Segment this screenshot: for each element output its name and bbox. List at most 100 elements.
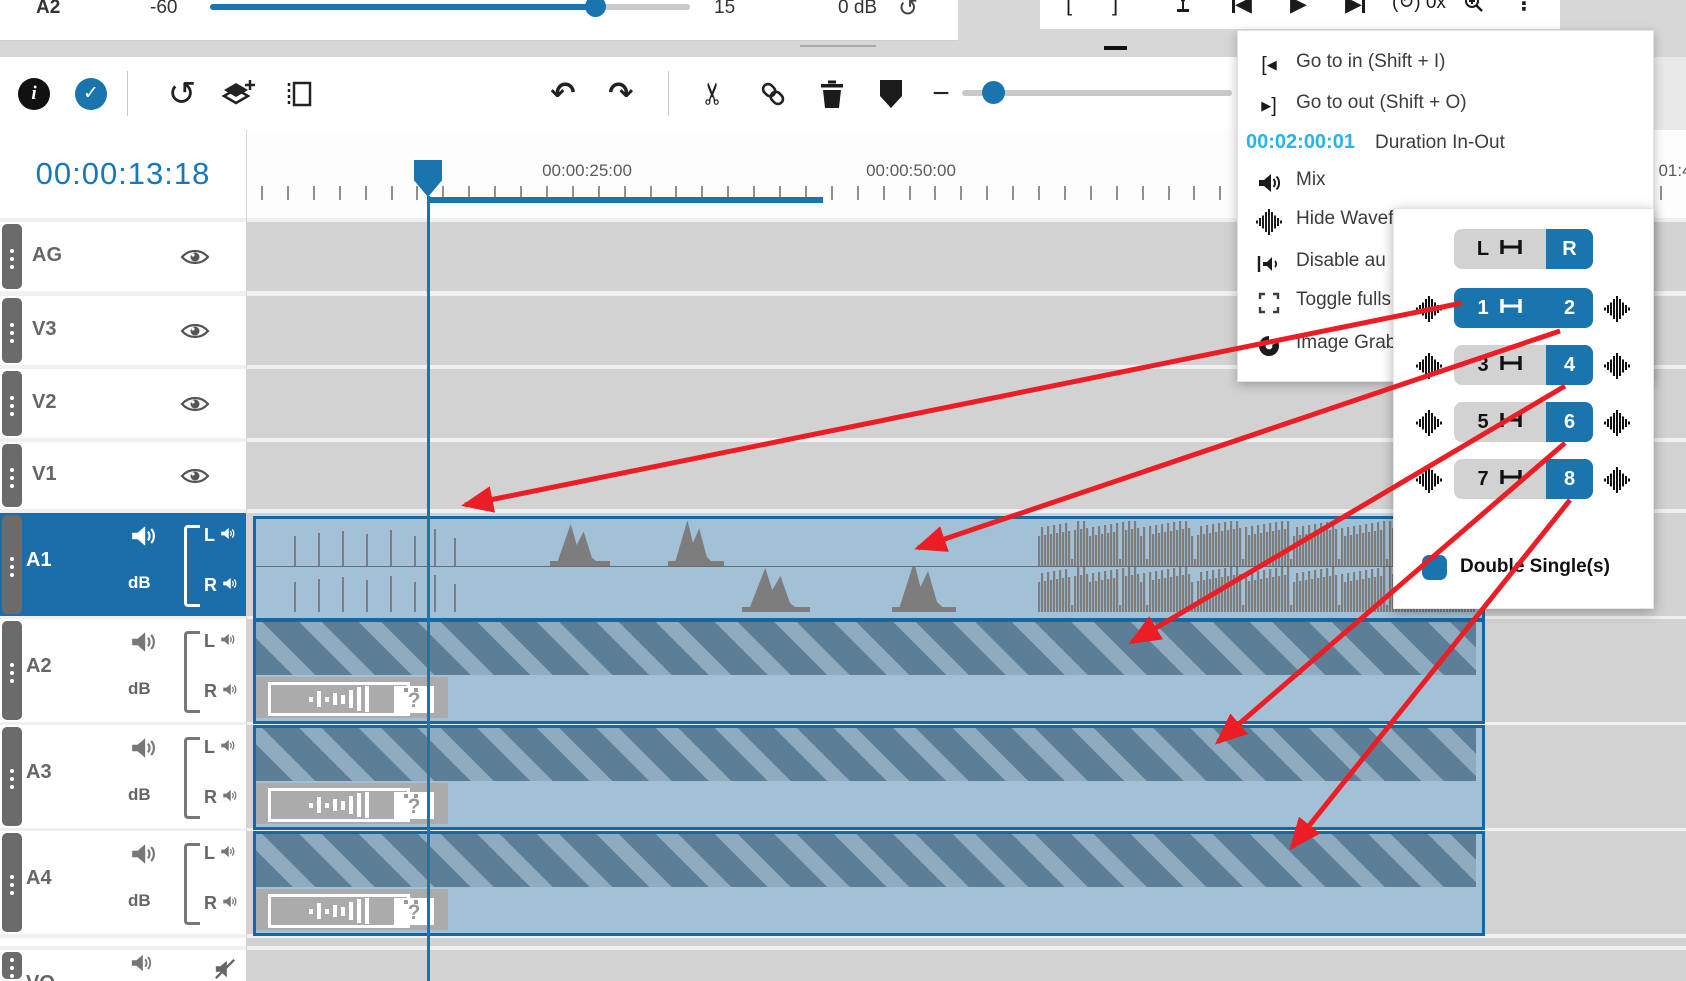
- layers-add-icon[interactable]: [218, 57, 258, 130]
- reset-gain-icon[interactable]: ↺: [898, 0, 918, 23]
- channel-right-segment[interactable]: 4: [1546, 345, 1593, 385]
- waveform-icon: [1252, 208, 1286, 236]
- skip-previous-icon[interactable]: ◀: [1232, 0, 1252, 17]
- zoom-in-icon[interactable]: [1464, 0, 1484, 19]
- track-speaker-icon[interactable]: [130, 735, 156, 766]
- track-header-v1[interactable]: V1: [0, 442, 246, 509]
- channel-pair-button-34[interactable]: 3 4: [1454, 345, 1593, 385]
- track-header-a2[interactable]: A2 dBL R: [0, 619, 246, 722]
- double-singles-checkbox[interactable]: [1422, 555, 1447, 580]
- mixer-min-label: -60: [150, 0, 177, 19]
- right-channel-label[interactable]: R: [204, 681, 237, 702]
- track-speaker-icon[interactable]: [130, 841, 156, 872]
- gain-slider[interactable]: [210, 4, 690, 10]
- timeline-zoom-knob[interactable]: [982, 81, 1005, 104]
- skip-next-icon[interactable]: ▶: [1345, 0, 1365, 17]
- track-drag-handle[interactable]: [2, 833, 22, 932]
- channel-left-segment[interactable]: 3: [1454, 345, 1546, 385]
- pending-hatch-pattern: [256, 834, 1476, 887]
- kebab-menu-icon[interactable]: ⋮: [1514, 0, 1534, 16]
- channel-pair-button-12[interactable]: 1 2: [1454, 288, 1593, 328]
- info-icon[interactable]: i: [17, 57, 51, 130]
- mark-icon[interactable]: [1174, 0, 1192, 20]
- menu-item-mix[interactable]: Mix: [1238, 165, 1653, 203]
- channel-right-label: 4: [1564, 354, 1575, 377]
- channel-pair-button-56[interactable]: 5 6: [1454, 402, 1593, 442]
- channel-right-segment[interactable]: R: [1546, 229, 1593, 269]
- zoom-out-minus[interactable]: −: [928, 57, 954, 130]
- track-header-ag[interactable]: AG: [0, 222, 246, 291]
- audio-clip-a1[interactable]: [253, 516, 1485, 621]
- right-channel-label[interactable]: R: [204, 787, 237, 808]
- channel-pair-button-78[interactable]: 7 8: [1454, 459, 1593, 499]
- track-drag-handle[interactable]: [2, 298, 22, 363]
- track-header-v3[interactable]: V3: [0, 296, 246, 365]
- track-header-vo[interactable]: VO: [0, 950, 246, 981]
- waveform-pending-badge: ?: [256, 677, 448, 718]
- left-channel-label[interactable]: L: [204, 843, 235, 864]
- right-channel-label[interactable]: R: [204, 575, 237, 596]
- gain-slider-knob[interactable]: [585, 0, 606, 17]
- visibility-eye-icon[interactable]: [180, 394, 210, 419]
- double-singles-row[interactable]: Double Single(s): [1394, 553, 1653, 585]
- track-drag-handle[interactable]: [2, 727, 22, 826]
- channel-right-segment[interactable]: 6: [1546, 402, 1593, 442]
- track-speaker-icon[interactable]: [130, 629, 156, 660]
- left-channel-label[interactable]: L: [204, 737, 235, 758]
- refresh-icon[interactable]: ↺: [164, 57, 200, 130]
- bracket-open-icon[interactable]: [: [1066, 0, 1072, 17]
- mute-icon[interactable]: [214, 958, 236, 981]
- channel-left-segment[interactable]: L: [1454, 229, 1546, 269]
- channel-right-segment[interactable]: 2: [1546, 288, 1593, 328]
- track-drag-handle[interactable]: [2, 371, 22, 436]
- track-speaker-icon[interactable]: [130, 952, 152, 979]
- undo-icon[interactable]: ↶: [544, 57, 582, 130]
- channel-right-segment[interactable]: 8: [1546, 459, 1593, 499]
- audio-clip-a3[interactable]: ?: [253, 725, 1485, 830]
- db-label: dB: [128, 891, 151, 911]
- visibility-eye-icon[interactable]: [180, 321, 210, 346]
- left-channel-label[interactable]: L: [204, 631, 235, 652]
- track-drag-handle[interactable]: [2, 444, 22, 507]
- loop-speed-icon[interactable]: (↻) 0x: [1392, 0, 1446, 14]
- channel-left-segment[interactable]: 7: [1454, 459, 1546, 499]
- cut-icon[interactable]: ✂: [694, 57, 734, 130]
- track-drag-handle[interactable]: [2, 952, 22, 979]
- play-icon[interactable]: ▶: [1290, 0, 1307, 17]
- menu-item-label: Go to in (Shift + I): [1296, 51, 1445, 73]
- menu-item-go-to-out-shift-o-[interactable]: ▶]Go to out (Shift + O): [1238, 88, 1653, 126]
- right-channel-label[interactable]: R: [204, 893, 237, 914]
- menu-item-duration-in-out[interactable]: 00:02:00:01Duration In-Out: [1238, 127, 1653, 165]
- channel-pair-button-lr[interactable]: L R: [1454, 229, 1593, 269]
- track-header-a1[interactable]: A1 dBL R: [0, 513, 246, 616]
- track-drag-handle[interactable]: [2, 224, 22, 289]
- trash-icon[interactable]: [813, 57, 851, 130]
- visibility-eye-icon[interactable]: [180, 466, 210, 491]
- waveform-icon: [1416, 409, 1443, 437]
- track-drag-handle[interactable]: [2, 621, 22, 720]
- timeline-row[interactable]: [247, 950, 1686, 981]
- bracket-close-icon[interactable]: ]: [1112, 0, 1118, 17]
- track-header-a3[interactable]: A3 dBL R: [0, 725, 246, 828]
- speaker-icon: [130, 952, 152, 974]
- track-header-v2[interactable]: V2: [0, 369, 246, 438]
- track-drag-handle[interactable]: [2, 515, 22, 614]
- channel-routing-panel: Double Single(s) L R1 23 45 67 8: [1393, 208, 1654, 609]
- link-icon[interactable]: [754, 57, 792, 130]
- menu-item-go-to-in-shift-i-[interactable]: [◀Go to in (Shift + I): [1238, 47, 1653, 85]
- track-header-a4[interactable]: A4 dBL R: [0, 831, 246, 934]
- audio-clip-a2[interactable]: ?: [253, 619, 1485, 724]
- channel-left-segment[interactable]: 1: [1454, 288, 1546, 328]
- shield-icon[interactable]: [872, 57, 910, 130]
- ruler-tick: [1038, 186, 1040, 200]
- left-channel-label[interactable]: L: [204, 525, 235, 546]
- channel-row-l-r: L R: [1394, 229, 1653, 269]
- track-speaker-icon[interactable]: [130, 523, 156, 554]
- confirm-check-icon[interactable]: ✓: [74, 57, 108, 130]
- ruler-tick: [1168, 186, 1170, 200]
- channel-left-segment[interactable]: 5: [1454, 402, 1546, 442]
- audio-clip-a4[interactable]: ?: [253, 831, 1485, 936]
- segment-box-icon[interactable]: [282, 57, 320, 130]
- visibility-eye-icon[interactable]: [180, 247, 210, 272]
- redo-icon[interactable]: ↷: [602, 57, 640, 130]
